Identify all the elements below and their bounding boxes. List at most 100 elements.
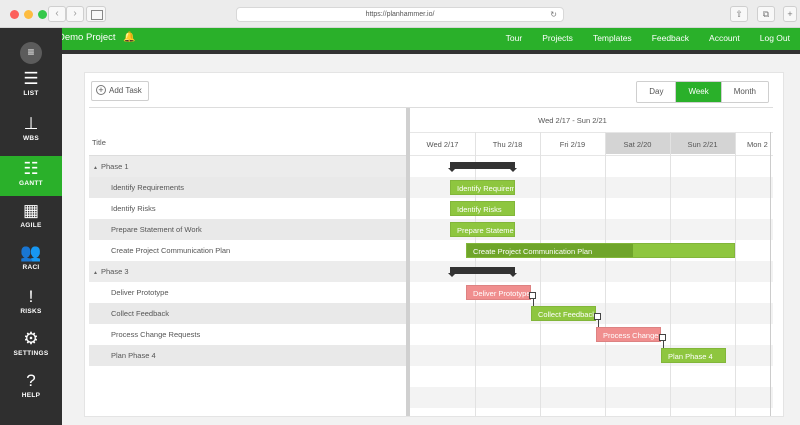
sidebar-item-risks[interactable]: ! RISKS: [0, 284, 62, 324]
new-tab-icon[interactable]: +: [783, 6, 797, 22]
row-label: Deliver Prototype: [111, 288, 169, 297]
caret-down-icon[interactable]: ▲: [93, 263, 101, 284]
bar-label: Plan Phase 4: [668, 352, 713, 361]
task-bar[interactable]: Identify Requirements: [450, 180, 515, 195]
bell-icon[interactable]: 🔔: [123, 32, 135, 43]
app-header: Demo Project 🔔 Tour Projects Templates F…: [0, 28, 800, 50]
grid-line: [540, 132, 541, 416]
view-day-button[interactable]: Day: [637, 82, 676, 102]
caret-down-icon[interactable]: ▲: [93, 158, 101, 179]
grid-line: [735, 132, 736, 416]
help-icon: ?: [26, 371, 36, 390]
day-label: Sat 2/20: [623, 140, 652, 149]
bar-label: Deliver Prototype: [473, 289, 531, 298]
list-icon: ☰: [23, 69, 39, 88]
tree-row-task[interactable]: Collect Feedback: [89, 303, 406, 324]
sidebar-label: SETTINGS: [13, 350, 49, 357]
tree-row-phase[interactable]: ▲ Phase 1: [89, 156, 406, 177]
task-bar[interactable]: Process Change Requests: [596, 327, 661, 342]
sidebar-item-help[interactable]: ? HELP: [0, 368, 62, 408]
day-label: Fri 2/19: [559, 140, 586, 149]
gear-icon: ⚙: [23, 329, 39, 348]
tabs-icon[interactable]: ⧉: [757, 6, 775, 22]
sidebar: ≡ ☰ LIST ⊥ WBS ☷ GANTT ▦ AGILE 👥 RACI ! …: [0, 28, 62, 425]
browser-sidebar-icon[interactable]: [86, 6, 106, 22]
zoom-window-button[interactable]: [38, 10, 47, 19]
close-window-button[interactable]: [10, 10, 19, 19]
title-column-header[interactable]: Title: [89, 138, 406, 156]
share-icon[interactable]: ⇧: [730, 6, 748, 22]
gantt-icon: ☷: [23, 159, 39, 178]
sidebar-item-list[interactable]: ☰ LIST: [0, 66, 62, 106]
task-bar[interactable]: Deliver Prototype: [466, 285, 531, 300]
browser-toolbar: ‹ › https://planhammer.io/ ↻ ⇧ ⧉ +: [0, 0, 800, 28]
tree-row-task[interactable]: Prepare Statement of Work: [89, 219, 406, 240]
day-label: Thu 2/18: [492, 140, 523, 149]
dependency-handle[interactable]: [594, 313, 601, 320]
tree-row-task[interactable]: Identify Requirements: [89, 177, 406, 198]
raci-icon: 👥: [20, 243, 42, 262]
wbs-icon: ⊥: [23, 114, 39, 133]
bar-label: Create Project Communication Plan: [473, 247, 593, 256]
task-bar[interactable]: Identify Risks: [450, 201, 515, 216]
sidebar-label: AGILE: [20, 222, 42, 229]
tree-row-task[interactable]: Create Project Communication Plan: [89, 240, 406, 261]
add-task-label: Add Task: [109, 86, 142, 95]
url-text: https://planhammer.io/: [365, 11, 435, 18]
row-label: Plan Phase 4: [111, 351, 156, 360]
reload-icon[interactable]: ↻: [550, 8, 557, 21]
project-name[interactable]: Demo Project: [58, 32, 116, 43]
minimize-window-button[interactable]: [24, 10, 33, 19]
back-button[interactable]: ‹: [48, 6, 66, 22]
row-label: Phase 3: [101, 267, 129, 276]
task-bar[interactable]: Create Project Communication Plan: [466, 243, 735, 258]
sidebar-item-agile[interactable]: ▦ AGILE: [0, 198, 62, 238]
address-bar[interactable]: https://planhammer.io/ ↻: [236, 7, 564, 22]
dependency-handle[interactable]: [659, 334, 666, 341]
add-task-button[interactable]: + Add Task: [91, 81, 149, 101]
gantt-chart: Wed 2/17 - Sun 2/21 Wed 2/17 Thu 2/18 Fr…: [410, 108, 773, 416]
sidebar-label: LIST: [23, 90, 39, 97]
tree-row-task[interactable]: Process Change Requests: [89, 324, 406, 345]
day-label: Mon 2: [747, 140, 768, 149]
nav-projects[interactable]: Projects: [542, 33, 573, 43]
nav-feedback[interactable]: Feedback: [652, 33, 689, 43]
grid-line: [410, 132, 773, 133]
nav-account[interactable]: Account: [709, 33, 740, 43]
view-month-button[interactable]: Month: [720, 82, 768, 102]
bar-label: Prepare Statement of Work: [457, 226, 514, 235]
risks-icon: !: [28, 287, 34, 306]
view-week-button[interactable]: Week: [675, 82, 721, 102]
task-bar[interactable]: Prepare Statement of Work: [450, 222, 515, 237]
task-bar[interactable]: Plan Phase 4: [661, 348, 726, 363]
sidebar-label: RISKS: [20, 308, 42, 315]
sidebar-item-gantt[interactable]: ☷ GANTT: [0, 156, 62, 196]
day-label: Wed 2/17: [426, 140, 459, 149]
sidebar-item-raci[interactable]: 👥 RACI: [0, 240, 62, 280]
gantt-grid: Title ▲ Phase 1 Identify Requirements Ide…: [89, 107, 773, 416]
dependency-handle[interactable]: [529, 292, 536, 299]
task-tree: Title ▲ Phase 1 Identify Requirements Ide…: [89, 108, 406, 416]
hamburger-menu-icon[interactable]: ≡: [20, 42, 42, 64]
phase-summary-bar[interactable]: [448, 267, 517, 277]
nav-templates[interactable]: Templates: [593, 33, 632, 43]
sidebar-item-settings[interactable]: ⚙ SETTINGS: [0, 326, 62, 366]
sidebar-label: RACI: [22, 264, 40, 271]
agile-icon: ▦: [22, 201, 40, 220]
top-navigation: Tour Projects Templates Feedback Account…: [486, 33, 790, 43]
forward-button[interactable]: ›: [66, 6, 84, 22]
nav-logout[interactable]: Log Out: [760, 33, 790, 43]
task-bar[interactable]: Collect Feedback: [531, 306, 596, 321]
row-label: Identify Requirements: [111, 183, 184, 192]
plus-icon: +: [96, 85, 106, 95]
tree-row-phase[interactable]: ▲ Phase 3: [89, 261, 406, 282]
sidebar-item-wbs[interactable]: ⊥ WBS: [0, 111, 62, 151]
bar-label: Process Change Requests: [603, 331, 660, 340]
tree-row-task[interactable]: Plan Phase 4: [89, 345, 406, 366]
tree-row-task[interactable]: Deliver Prototype: [89, 282, 406, 303]
sidebar-label: GANTT: [19, 180, 43, 187]
nav-tour[interactable]: Tour: [506, 33, 523, 43]
row-label: Collect Feedback: [111, 309, 169, 318]
tree-row-task[interactable]: Identify Risks: [89, 198, 406, 219]
phase-summary-bar[interactable]: [448, 162, 517, 172]
